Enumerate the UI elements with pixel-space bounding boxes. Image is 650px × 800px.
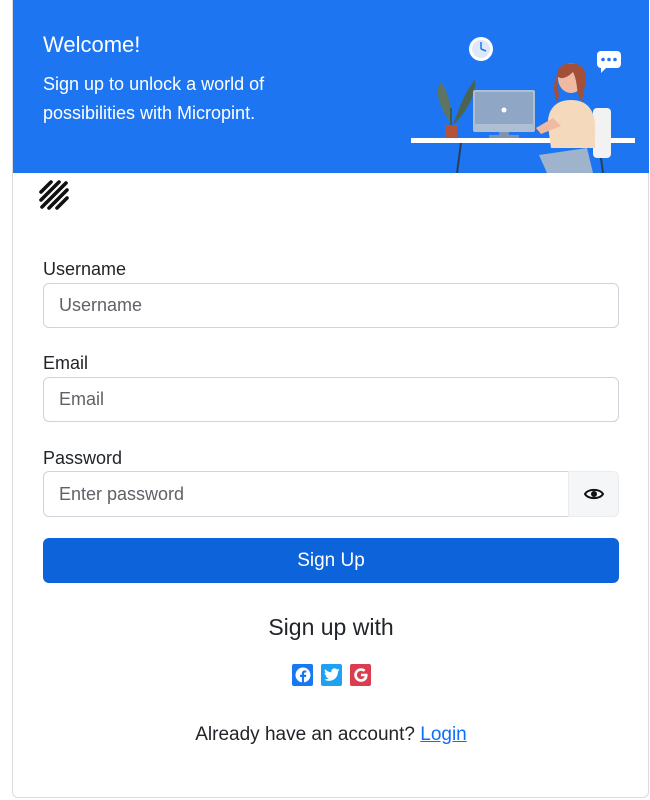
signup-card: Welcome! Sign up to unlock a world of po… (12, 0, 649, 798)
password-label: Password (43, 448, 123, 468)
twitter-icon[interactable] (321, 664, 342, 686)
password-group (43, 471, 619, 517)
eye-icon (583, 488, 604, 500)
sign-up-button[interactable]: Sign Up (43, 538, 619, 583)
login-link[interactable]: Login (420, 724, 467, 745)
banner-subtitle: Sign up to unlock a world of possibiliti… (43, 74, 265, 123)
email-label: Email (43, 353, 89, 373)
banner-title: Welcome! (43, 32, 141, 57)
google-icon[interactable] (350, 664, 371, 686)
email-input[interactable] (43, 377, 619, 422)
welcome-banner: Welcome! Sign up to unlock a world of po… (13, 0, 649, 173)
username-input[interactable] (43, 283, 619, 328)
username-label: Username (43, 259, 127, 279)
facebook-icon[interactable] (292, 664, 313, 686)
brand-logo (39, 180, 69, 210)
social-signup-heading: Sign up with (268, 614, 394, 640)
password-input[interactable] (43, 471, 569, 517)
toggle-password-visibility-button[interactable] (568, 471, 619, 517)
workspace-illustration (411, 37, 635, 173)
login-prompt-text: Already have an account? (195, 724, 415, 745)
login-prompt: Already have an account? Login (13, 724, 649, 746)
social-providers (292, 664, 372, 686)
